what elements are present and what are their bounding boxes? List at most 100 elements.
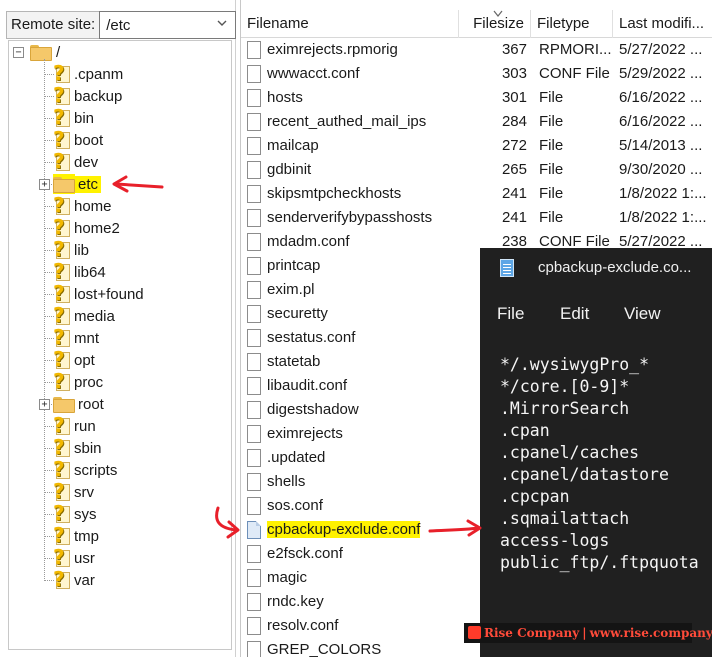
text-line: */.wysiwygPro_*: [500, 355, 650, 374]
notepad-title-bar[interactable]: cpbackup-exclude.co...: [480, 248, 712, 288]
tree-item-label: sbin: [74, 439, 102, 457]
question-folder-icon: ?: [53, 215, 71, 239]
file-size: 265: [501, 161, 527, 178]
collapse-icon[interactable]: −: [13, 46, 24, 58]
file-icon: [247, 185, 261, 203]
tree-item-home2[interactable]: ? home2: [53, 215, 123, 239]
text-line: .cpanel/caches: [500, 443, 640, 462]
directory-tree[interactable]: − /? .cpanm? backup? bin? boot? dev + etc? home? h…: [8, 40, 232, 650]
tree-item-label: var: [74, 571, 95, 589]
text-line: .sqmailattach: [500, 509, 630, 528]
file-icon: [247, 401, 261, 419]
file-type: CONF File: [539, 65, 610, 82]
file-icon: [247, 161, 261, 179]
file-last-modified: 5/14/2013 ...: [619, 137, 703, 154]
tree-item-sbin[interactable]: ? sbin: [53, 435, 105, 459]
tree-item-label: lib64: [74, 263, 106, 281]
tree-item-backup[interactable]: ? backup: [53, 83, 125, 107]
file-type: File: [539, 137, 564, 154]
tree-item-usr[interactable]: ? usr: [53, 545, 98, 569]
file-row[interactable]: mailcap 272 File 5/14/2013 ...: [241, 134, 712, 158]
tree-item-lib[interactable]: ? lib: [53, 237, 92, 261]
folder-icon: [53, 176, 75, 193]
file-row[interactable]: senderverifybypasshosts 241 File 1/8/2022 1…: [241, 206, 712, 230]
tree-item-var[interactable]: ? var: [53, 567, 98, 591]
file-size: 301: [501, 89, 527, 106]
tree-item-label: mnt: [74, 329, 100, 347]
tree-item-label: sys: [74, 505, 97, 523]
question-folder-icon: ?: [53, 61, 71, 85]
tree-item-run[interactable]: ? run: [53, 413, 99, 437]
file-row[interactable]: eximrejects.rpmorig 367 RPMORI... 5/27/2022…: [241, 38, 712, 62]
tree-item-srv[interactable]: ? srv: [53, 479, 97, 503]
question-folder-icon: ?: [53, 325, 71, 349]
expand-icon[interactable]: +: [39, 399, 50, 410]
file-name: .updated: [267, 449, 326, 466]
notepad-tab-title[interactable]: cpbackup-exclude.co...: [538, 259, 691, 276]
file-name: wwwacct.conf: [267, 65, 360, 82]
remote-site-path-input[interactable]: /etc: [99, 11, 236, 39]
file-row[interactable]: gdbinit 265 File 9/30/2020 ...: [241, 158, 712, 182]
tree-item-label: lost+found: [74, 285, 144, 303]
file-type: File: [539, 89, 564, 106]
file-name: sestatus.conf: [267, 329, 356, 346]
question-folder-icon: ?: [53, 149, 71, 173]
notepad-window[interactable]: cpbackup-exclude.co... File Edit View */…: [464, 248, 712, 657]
file-icon: [247, 473, 261, 491]
tree-item-label: .cpanm: [74, 65, 124, 83]
file-name: magic: [267, 569, 308, 586]
menu-edit[interactable]: Edit: [560, 304, 589, 324]
tree-item-opt[interactable]: ? opt: [53, 347, 98, 371]
tree-item-mnt[interactable]: ? mnt: [53, 325, 102, 349]
tree-guide-line: [44, 59, 45, 581]
menu-view[interactable]: View: [624, 304, 661, 324]
file-icon: [247, 449, 261, 467]
file-row[interactable]: recent_authed_mail_ips 284 File 6/16/2022 .…: [241, 110, 712, 134]
menu-file[interactable]: File: [497, 304, 524, 324]
remote-site-label: Remote site:: [6, 11, 100, 39]
tree-item-proc[interactable]: ? proc: [53, 369, 106, 393]
tree-item-root[interactable]: − /: [13, 41, 63, 63]
tree-item-lib64[interactable]: ? lib64: [53, 259, 109, 283]
file-row[interactable]: hosts 301 File 6/16/2022 ...: [241, 86, 712, 110]
file-row[interactable]: skipsmtpcheckhosts 241 File 1/8/2022 1:...: [241, 182, 712, 206]
column-header-last-modified[interactable]: Last modifi...: [613, 10, 712, 38]
column-header-filename[interactable]: Filename: [241, 10, 459, 38]
expand-icon[interactable]: +: [39, 179, 50, 190]
file-name: rndc.key: [267, 593, 324, 610]
sort-descending-icon: [493, 10, 503, 17]
file-name: recent_authed_mail_ips: [267, 113, 427, 130]
file-icon: [247, 113, 261, 131]
tree-item-label: media: [74, 307, 115, 325]
column-header-filetype[interactable]: Filetype: [531, 10, 613, 38]
file-type: File: [539, 209, 564, 226]
tree-item-media[interactable]: ? media: [53, 303, 118, 327]
file-name: cpbackup-exclude.conf: [267, 521, 421, 538]
notepad-text-area[interactable]: */.wysiwygPro_* */core.[0-9]* .MirrorSearc…: [500, 354, 699, 574]
file-icon: [247, 353, 261, 371]
tree-item-scripts[interactable]: ? scripts: [53, 457, 120, 481]
tree-item-dev[interactable]: ? dev: [53, 149, 101, 173]
tree-item-label: dev: [74, 153, 99, 171]
tree-item-boot[interactable]: ? boot: [53, 127, 106, 151]
tree-item-label: bin: [74, 109, 95, 127]
file-name: mailcap: [267, 137, 319, 154]
watermark-separator: |: [582, 626, 587, 640]
file-name: printcap: [267, 257, 321, 274]
tree-item-sys[interactable]: ? sys: [53, 501, 100, 525]
tree-item-root[interactable]: root: [53, 393, 107, 415]
tree-item-home[interactable]: ? home: [53, 193, 115, 217]
file-row[interactable]: wwwacct.conf 303 CONF File 5/29/2022 ...: [241, 62, 712, 86]
watermark-brand: Rise Company: [484, 626, 580, 640]
tree-item-label: etc: [75, 175, 102, 193]
tree-item-bin[interactable]: ? bin: [53, 105, 97, 129]
tree-item-tmp[interactable]: ? tmp: [53, 523, 102, 547]
tree-item-cpanm[interactable]: ? .cpanm: [53, 61, 126, 85]
folder-icon: [53, 396, 75, 413]
tree-item-etc[interactable]: etc: [53, 173, 102, 195]
text-line: .cpcpan: [500, 487, 570, 506]
file-icon: [247, 305, 261, 323]
tree-item-lost-found[interactable]: ? lost+found: [53, 281, 147, 305]
chevron-down-icon[interactable]: [217, 18, 227, 28]
question-folder-icon: ?: [53, 523, 71, 547]
